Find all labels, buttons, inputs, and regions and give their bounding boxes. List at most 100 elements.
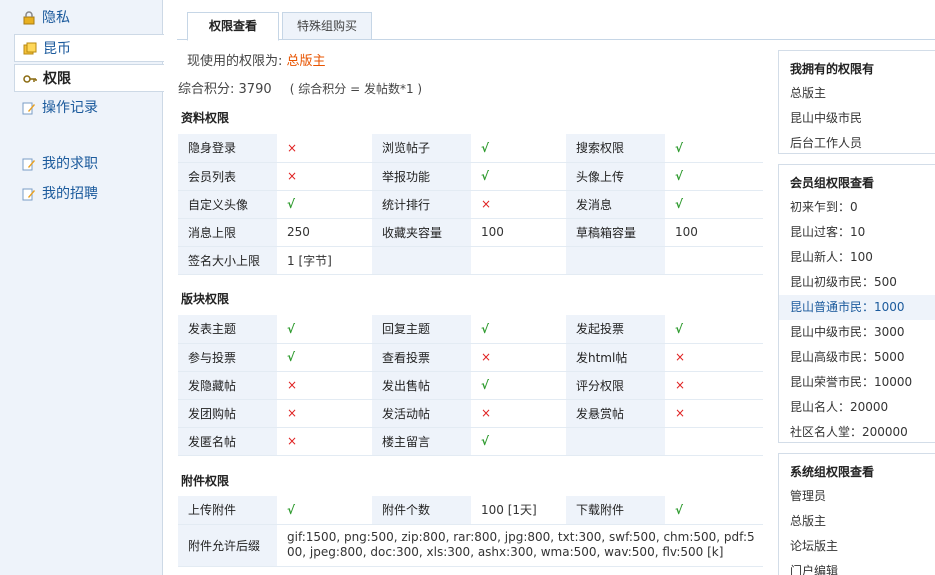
group-list-item[interactable]: 昆山中级市民：3000 <box>779 320 935 345</box>
key-icon <box>23 75 37 83</box>
profile-permissions-table: 隐身登录 × 浏览帖子 √ 搜索权限 √ 会员列表 × 举报功能 √ 头像上传 √ 自定义头像 √ 统计排行… <box>178 134 763 275</box>
permission-label: 查看投票 <box>372 343 471 372</box>
permission-label: 楼主留言 <box>372 427 471 456</box>
cross-icon: × <box>277 371 372 400</box>
sidebar-item-hiring[interactable]: 我的招聘 <box>14 180 163 208</box>
permission-label: 草稿箱容量 <box>566 218 665 247</box>
check-icon: √ <box>277 190 372 219</box>
section-title-attach: 附件权限 <box>181 474 230 488</box>
permission-label: 发活动帖 <box>372 399 471 428</box>
sidebar-item-privacy[interactable]: 隐私 <box>14 4 163 32</box>
group-list-item[interactable]: 论坛版主 <box>779 534 935 559</box>
score-label: 综合积分: <box>178 82 235 97</box>
group-list-item[interactable]: 昆山荣誉市民：10000 <box>779 370 935 395</box>
check-icon: √ <box>665 315 763 344</box>
group-list-item[interactable]: 社区名人堂：200000 <box>779 420 935 445</box>
permission-label: 发表主题 <box>178 315 277 344</box>
check-icon: √ <box>665 190 763 219</box>
sidebar-item-label: 我的招聘 <box>42 186 98 202</box>
group-list-item[interactable]: 昆山普通市民：1000 <box>779 295 935 320</box>
permission-label <box>566 427 665 456</box>
group-list-item[interactable]: 总版主 <box>779 81 935 106</box>
group-list-item[interactable]: 昆山初级市民：500 <box>779 270 935 295</box>
group-list-item[interactable]: 门户编辑 <box>779 559 935 575</box>
owned-panel-title: 我拥有的权限有 <box>790 62 875 76</box>
attach-permissions-table: 上传附件 √ 附件个数 100 [1天] 下载附件 √ 附件允许后缀 gif:1500, … <box>178 496 763 567</box>
table-row: 发表主题 √ 回复主题 √ 发起投票 √ <box>178 315 763 344</box>
tab-bar: 权限查看 特殊组购买 <box>177 12 935 41</box>
system-groups-panel: 系统组权限查看 管理员 总版主 论坛版主 门户编辑 <box>778 453 935 575</box>
permission-label <box>566 246 665 275</box>
cross-icon: × <box>471 343 566 372</box>
group-list-item[interactable]: 昆山中级市民 <box>779 106 935 131</box>
permission-label: 会员列表 <box>178 162 277 191</box>
member-groups-panel: 会员组权限查看 初来乍到：0 昆山过客：10 昆山新人：100 昆山初级市民：500 昆… <box>778 164 935 443</box>
table-row: 发匿名帖 × 楼主留言 √ <box>178 427 763 456</box>
score-formula: ( 综合积分 = 发帖数*1 ) <box>289 82 423 96</box>
permission-label: 下载附件 <box>566 496 665 525</box>
permission-label: 消息上限 <box>178 218 277 247</box>
group-list-item[interactable]: 后台工作人员 <box>779 131 935 156</box>
cross-icon: × <box>277 427 372 456</box>
sidebar-item-jobs[interactable]: 我的求职 <box>14 150 163 178</box>
table-row: 发团购帖 × 发活动帖 × 发悬赏帖 × <box>178 399 763 428</box>
table-row: 发隐藏帖 × 发出售帖 √ 评分权限 × <box>178 371 763 400</box>
permission-label: 举报功能 <box>372 162 471 191</box>
section-title-profile: 资料权限 <box>181 111 230 125</box>
board-permissions-table: 发表主题 √ 回复主题 √ 发起投票 √ 参与投票 √ 查看投票 × 发html帖 × 发隐藏帖 × 发出售… <box>178 315 763 456</box>
table-row: 签名大小上限 1 [字节] <box>178 246 763 275</box>
group-list-item[interactable]: 总版主 <box>779 509 935 534</box>
check-icon: √ <box>277 343 372 372</box>
permission-value: 100 [1天] <box>471 496 566 525</box>
tab-view-permissions[interactable]: 权限查看 <box>187 12 279 41</box>
check-icon: √ <box>471 427 566 456</box>
table-row: 隐身登录 × 浏览帖子 √ 搜索权限 √ <box>178 134 763 163</box>
cross-icon: × <box>665 371 763 400</box>
cross-icon: × <box>277 162 372 191</box>
check-icon: √ <box>471 134 566 163</box>
permission-label <box>372 246 471 275</box>
sidebar-item-coins[interactable]: 昆币 <box>14 34 164 62</box>
group-list-item[interactable]: 昆山高级市民：5000 <box>779 345 935 370</box>
group-list-item[interactable]: 管理员 <box>779 484 935 509</box>
permission-label: 搜索权限 <box>566 134 665 163</box>
sidebar-item-label: 权限 <box>43 71 71 87</box>
permission-value: 1 [字节] <box>277 246 372 275</box>
sidebar-item-logs[interactable]: 操作记录 <box>14 94 163 122</box>
group-list-item[interactable]: 昆山过客：10 <box>779 220 935 245</box>
group-list-item[interactable]: 初来乍到：0 <box>779 195 935 220</box>
owned-permissions-panel: 我拥有的权限有 总版主 昆山中级市民 后台工作人员 <box>778 50 935 154</box>
cross-icon: × <box>471 190 566 219</box>
tab-special-group[interactable]: 特殊组购买 <box>282 12 372 40</box>
permission-label: 附件个数 <box>372 496 471 525</box>
group-list-item[interactable]: 昆山新人：100 <box>779 245 935 270</box>
sidebar-item-permissions[interactable]: 权限 <box>14 64 164 92</box>
edit-doc-icon <box>22 188 35 201</box>
cross-icon: × <box>277 399 372 428</box>
permission-label: 发悬赏帖 <box>566 399 665 428</box>
check-icon: √ <box>277 496 372 525</box>
check-icon: √ <box>471 315 566 344</box>
check-icon: √ <box>665 134 763 163</box>
group-list-item[interactable]: 昆山名人：20000 <box>779 395 935 420</box>
permission-label: 发团购帖 <box>178 399 277 428</box>
attach-ext-value: gif:1500, png:500, zip:800, rar:800, jpg… <box>277 524 763 567</box>
sidebar-item-label: 我的求职 <box>42 156 98 172</box>
permission-label: 隐身登录 <box>178 134 277 163</box>
permission-label: 发起投票 <box>566 315 665 344</box>
cross-icon: × <box>471 399 566 428</box>
check-icon: √ <box>277 315 372 344</box>
current-role-value: 总版主 <box>286 54 326 69</box>
score-value: 3790 <box>238 82 272 97</box>
permission-value <box>665 427 763 456</box>
table-row: 附件允许后缀 gif:1500, png:500, zip:800, rar:8… <box>178 524 763 567</box>
coin-icon <box>23 42 37 55</box>
table-row: 消息上限 250 收藏夹容量 100 草稿箱容量 100 <box>178 218 763 247</box>
permission-label: 发出售帖 <box>372 371 471 400</box>
member-panel-title: 会员组权限查看 <box>790 176 875 190</box>
sidebar-item-label: 隐私 <box>42 10 70 26</box>
check-icon: √ <box>471 371 566 400</box>
permission-label: 回复主题 <box>372 315 471 344</box>
check-icon: √ <box>471 162 566 191</box>
cross-icon: × <box>665 343 763 372</box>
